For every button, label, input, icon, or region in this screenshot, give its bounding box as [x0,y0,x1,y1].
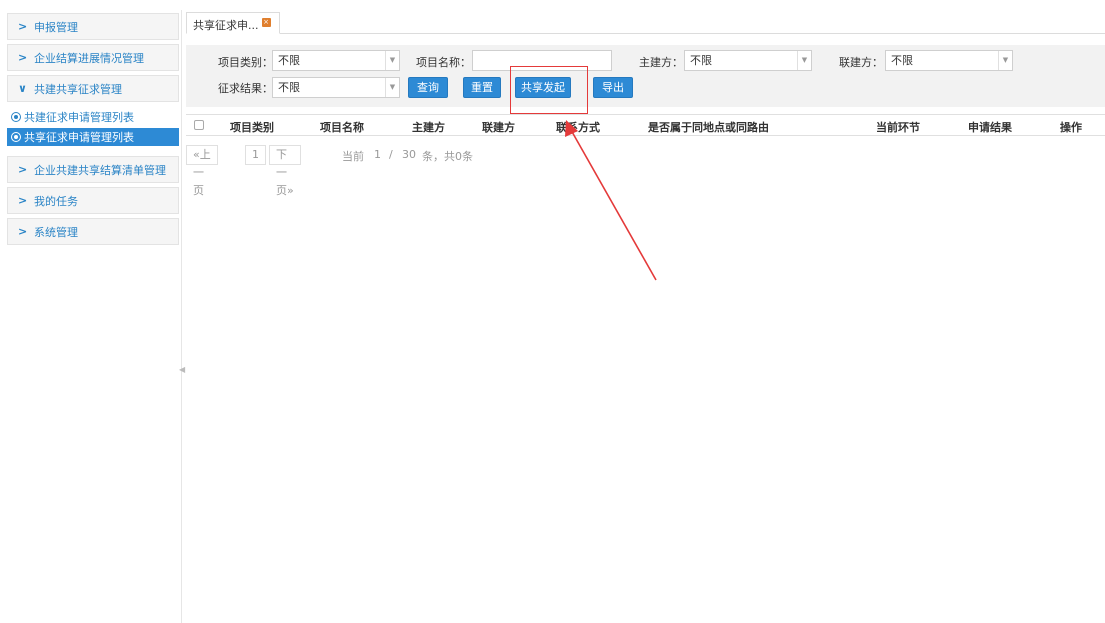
annotation-arrow-line [570,129,657,281]
annotation-arrow [565,120,657,281]
annotation-arrow-head [565,120,578,137]
